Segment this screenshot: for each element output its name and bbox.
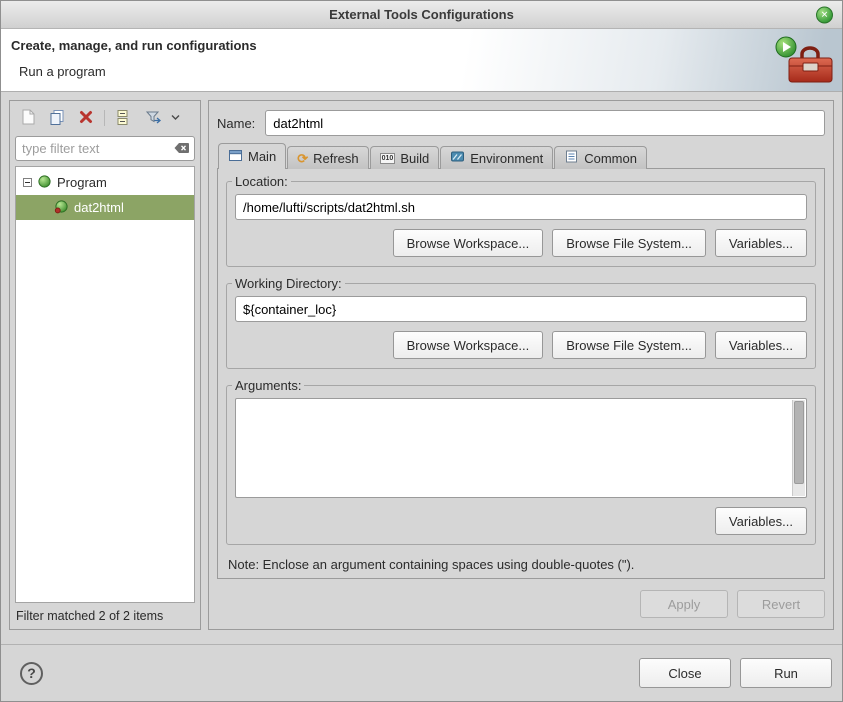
filter-status-text: Filter matched 2 of 2 items	[10, 603, 200, 629]
arguments-buttons: Variables...	[235, 507, 807, 535]
location-input[interactable]	[235, 194, 807, 220]
arguments-group: Arguments: Variables...	[226, 378, 816, 545]
configurations-tree: Program dat2html	[15, 166, 195, 603]
name-row: Name:	[209, 101, 833, 143]
delete-icon	[77, 108, 95, 129]
filter-configurations-button[interactable]	[142, 108, 163, 129]
config-tabs: Main ⟳ Refresh 010 Build	[209, 143, 833, 169]
close-button[interactable]: Close	[639, 658, 731, 688]
duplicate-icon	[48, 108, 66, 129]
apply-revert-row: Apply Revert	[209, 579, 833, 629]
help-button[interactable]: ?	[20, 662, 43, 685]
location-label: Location:	[232, 174, 291, 189]
tab-common[interactable]: Common	[554, 146, 647, 169]
new-document-icon	[19, 108, 37, 129]
apply-button[interactable]: Apply	[640, 590, 728, 618]
close-icon[interactable]: ✕	[816, 6, 833, 23]
working-directory-input[interactable]	[235, 296, 807, 322]
toolbar-separator	[104, 110, 105, 126]
tab-environment[interactable]: Environment	[440, 146, 553, 169]
tree-expander-icon[interactable]	[23, 175, 32, 190]
variables-button[interactable]: Variables...	[715, 229, 807, 257]
arguments-label: Arguments:	[232, 378, 304, 393]
collapse-all-button[interactable]	[113, 108, 134, 129]
tree-item-label: Program	[57, 175, 107, 190]
launch-config-icon	[54, 199, 69, 217]
location-buttons: Browse Workspace... Browse File System..…	[235, 229, 807, 257]
filter-input[interactable]	[15, 136, 195, 161]
dialog-footer: ? Close Run	[1, 644, 842, 701]
variables-button[interactable]: Variables...	[715, 331, 807, 359]
browse-file-system-button[interactable]: Browse File System...	[552, 229, 706, 257]
configurations-panel: Program dat2html Filter matched 2 of 2 i…	[9, 100, 201, 630]
main-tab-content: Location: Browse Workspace... Browse Fil…	[217, 168, 825, 579]
browse-file-system-button[interactable]: Browse File System...	[552, 331, 706, 359]
titlebar: External Tools Configurations ✕	[1, 1, 842, 29]
location-group: Location: Browse Workspace... Browse Fil…	[226, 174, 816, 267]
clear-filter-icon[interactable]	[174, 142, 190, 157]
configurations-toolbar	[10, 101, 200, 135]
duplicate-configuration-button[interactable]	[46, 108, 67, 129]
main-tab-icon	[228, 148, 243, 166]
window-title: External Tools Configurations	[329, 7, 514, 22]
browse-workspace-button[interactable]: Browse Workspace...	[393, 229, 544, 257]
name-input[interactable]	[265, 110, 825, 136]
common-tab-icon	[564, 149, 579, 167]
external-tools-icon	[774, 36, 836, 89]
dialog-content: Program dat2html Filter matched 2 of 2 i…	[1, 92, 842, 644]
tab-label: Refresh	[313, 151, 359, 166]
configuration-editor-panel: Name: Main ⟳ Refresh	[208, 100, 834, 630]
working-directory-group: Working Directory: Browse Workspace... B…	[226, 276, 816, 369]
run-button[interactable]: Run	[740, 658, 832, 688]
revert-button[interactable]: Revert	[737, 590, 825, 618]
build-tab-icon: 010	[380, 153, 396, 164]
arguments-note: Note: Enclose an argument containing spa…	[226, 554, 816, 572]
working-directory-buttons: Browse Workspace... Browse File System..…	[235, 331, 807, 359]
tab-main[interactable]: Main	[218, 143, 286, 169]
tree-item-program[interactable]: Program	[16, 170, 194, 195]
tab-label: Main	[248, 149, 276, 164]
tab-label: Build	[400, 151, 429, 166]
collapse-all-icon	[115, 108, 133, 129]
tree-item-dat2html[interactable]: dat2html	[16, 195, 194, 220]
new-configuration-button[interactable]	[17, 108, 38, 129]
environment-tab-icon	[450, 149, 465, 167]
page-subtitle: Run a program	[19, 64, 106, 79]
chevron-down-icon	[171, 113, 180, 124]
tab-label: Environment	[470, 151, 543, 166]
delete-configuration-button[interactable]	[75, 108, 96, 129]
tree-item-label: dat2html	[74, 200, 124, 215]
page-title: Create, manage, and run configurations	[11, 38, 257, 53]
filter-field	[15, 136, 195, 161]
name-label: Name:	[217, 116, 255, 131]
external-tools-dialog: External Tools Configurations ✕ Create, …	[0, 0, 843, 702]
refresh-tab-icon: ⟳	[297, 152, 308, 165]
working-directory-label: Working Directory:	[232, 276, 345, 291]
arguments-textarea[interactable]	[236, 399, 792, 497]
header-banner: Create, manage, and run configurations R…	[1, 29, 842, 92]
tab-build[interactable]: 010 Build	[370, 146, 440, 169]
arguments-scrollbar[interactable]	[792, 400, 805, 496]
footer-buttons: Close Run	[639, 658, 832, 688]
toolbar-menu-chevron[interactable]	[171, 113, 183, 124]
arguments-field	[235, 398, 807, 498]
program-category-icon	[37, 174, 52, 192]
filter-icon	[144, 108, 162, 129]
tab-refresh[interactable]: ⟳ Refresh	[287, 146, 368, 169]
question-icon: ?	[27, 665, 36, 681]
scrollbar-thumb[interactable]	[794, 401, 804, 484]
variables-button[interactable]: Variables...	[715, 507, 807, 535]
browse-workspace-button[interactable]: Browse Workspace...	[393, 331, 544, 359]
tab-label: Common	[584, 151, 637, 166]
